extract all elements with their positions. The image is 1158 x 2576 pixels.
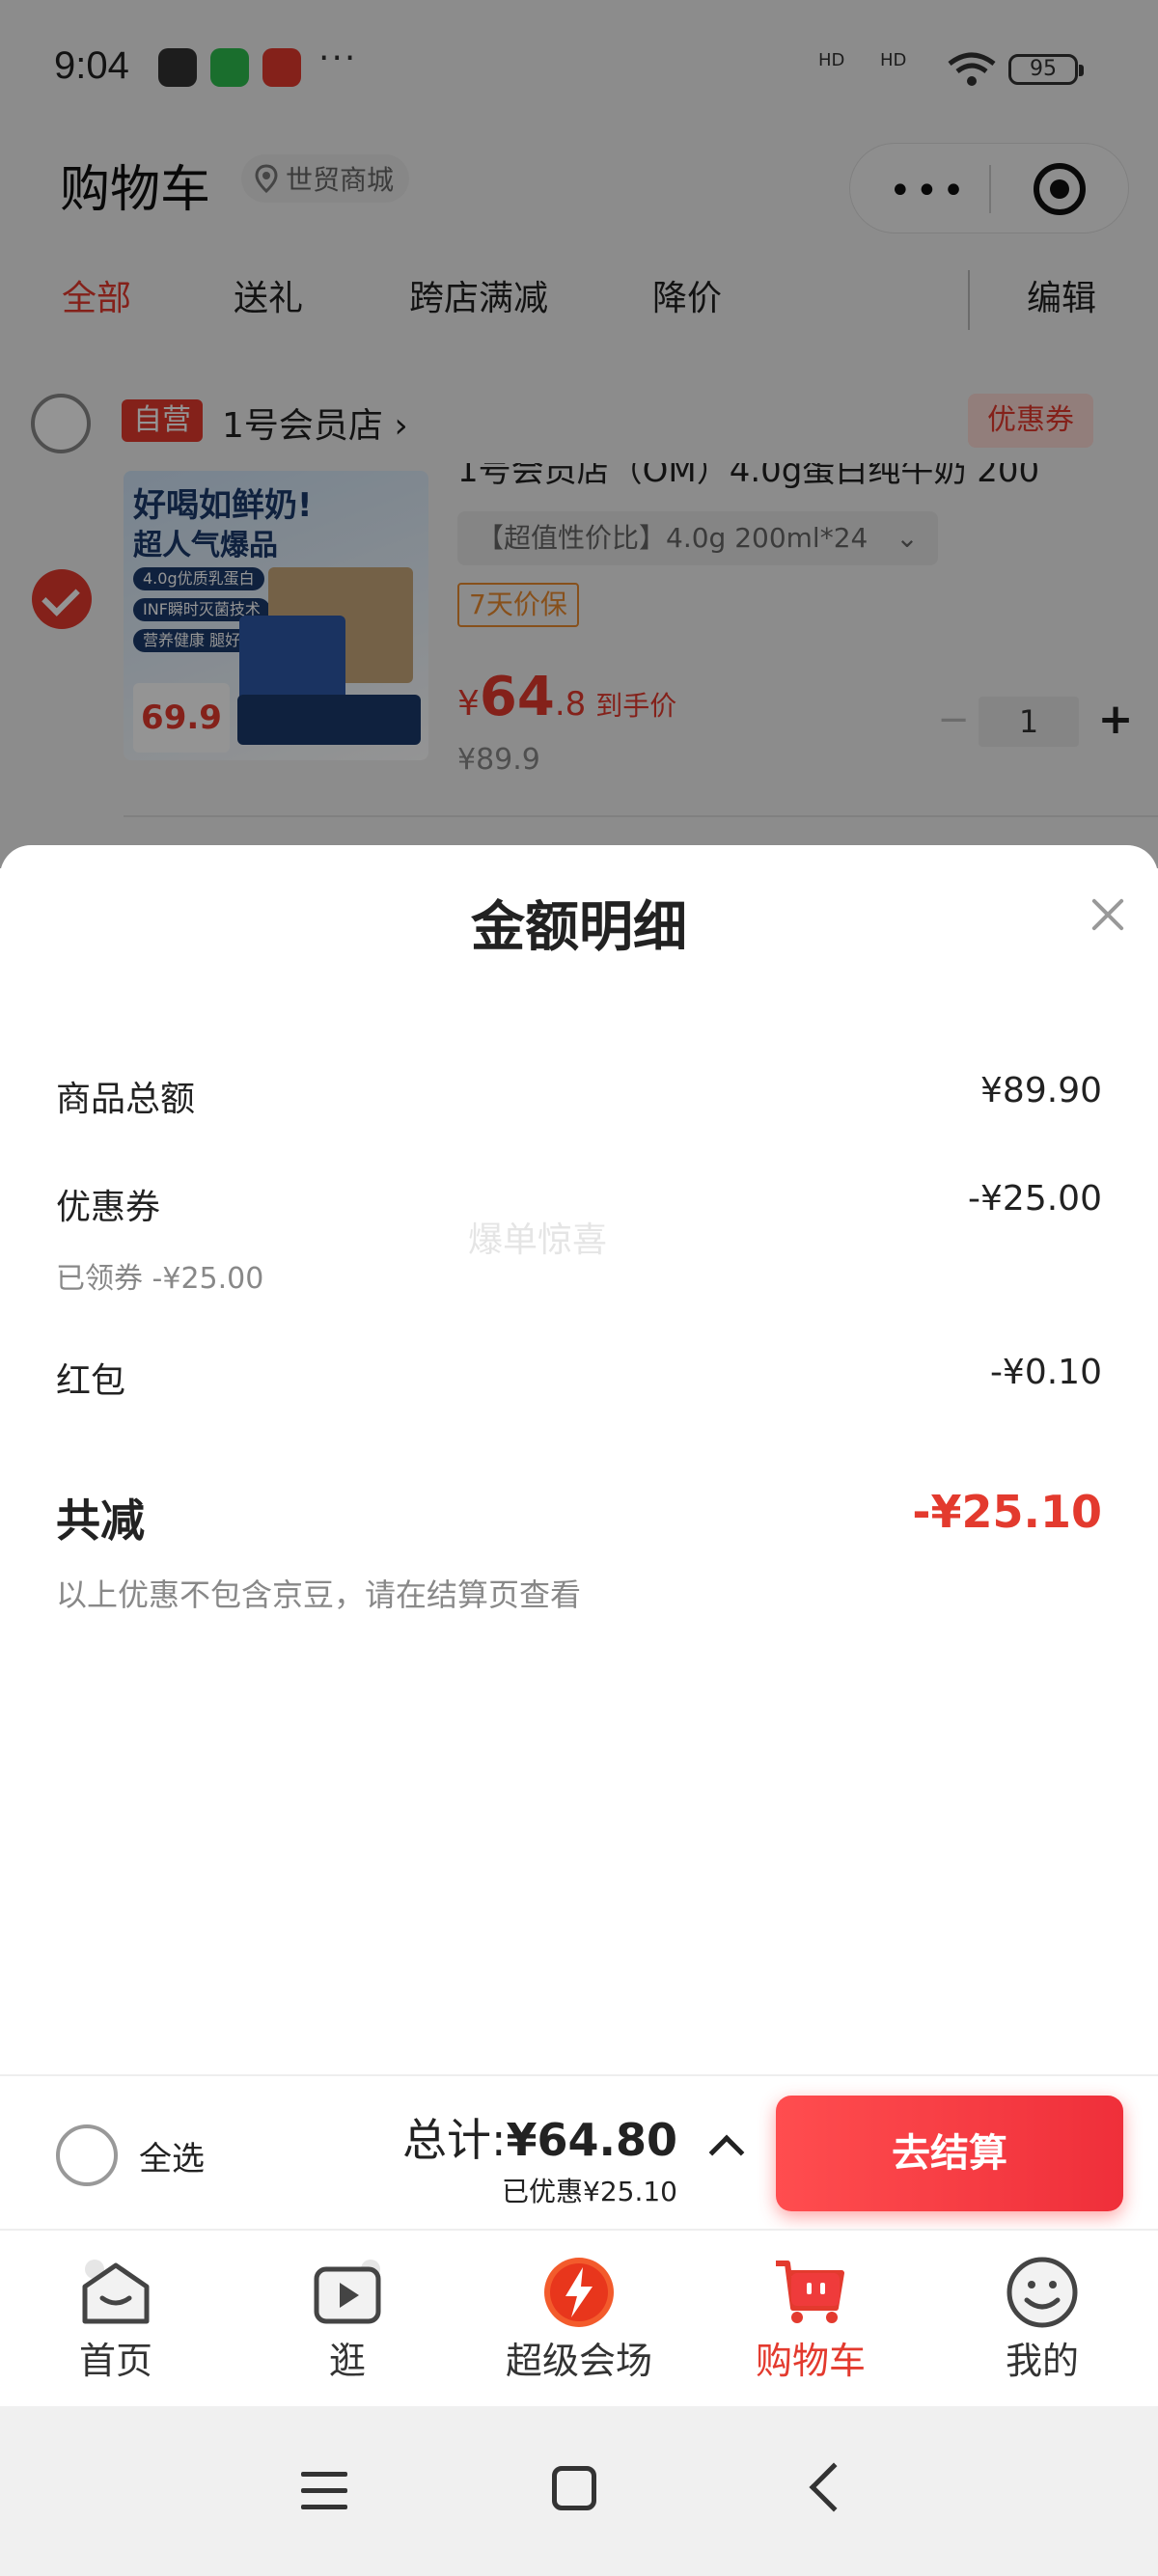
red-packet-value: -¥0.10	[989, 1353, 1102, 1392]
goods-total-label: 商品总额	[56, 1080, 196, 1119]
tab-label-profile: 我的	[1005, 2340, 1079, 2382]
chevron-up-icon[interactable]	[708, 2134, 745, 2171]
discount-note: 以上优惠不包含京豆，请在结算页查看	[56, 1576, 582, 1613]
recent-apps-icon[interactable]	[301, 2470, 347, 2512]
back-nav-icon[interactable]	[809, 2462, 859, 2512]
checkout-bar: 全选 总计:¥64.80 已优惠¥25.10 去结算	[0, 2074, 1158, 2229]
shopping-cart-icon	[776, 2261, 844, 2323]
smiley-profile-icon	[1006, 2257, 1078, 2328]
red-packet-label: 红包	[56, 1361, 126, 1401]
watermark-text: 爆单惊喜	[468, 1220, 608, 1260]
coupon-sub-detail: 已领券 -¥25.00	[56, 1262, 264, 1296]
sheet-title: 金额明细	[471, 896, 687, 959]
total-discount-label: 共减	[56, 1494, 145, 1547]
select-all-label[interactable]: 全选	[139, 2132, 205, 2179]
tab-explore[interactable]: 逛	[232, 2231, 463, 2408]
goods-total-value: ¥89.90	[980, 1071, 1102, 1110]
system-navigation-bar	[0, 2406, 1158, 2576]
bottom-tab-bar: 首页 逛 超级会场 购物车 我的	[0, 2229, 1158, 2406]
home-icon	[82, 2260, 150, 2324]
checkout-button[interactable]: 去结算	[776, 2096, 1123, 2211]
super-venue-icon	[544, 2258, 614, 2327]
tab-label-explore: 逛	[328, 2340, 366, 2382]
saved-amount: 已优惠¥25.10	[502, 2176, 677, 2207]
total-discount-value: -¥25.10	[912, 1486, 1102, 1538]
play-video-icon	[314, 2260, 381, 2324]
tab-home[interactable]: 首页	[0, 2231, 232, 2408]
tab-label-home: 首页	[78, 2340, 152, 2382]
select-all-checkbox[interactable]	[56, 2124, 118, 2186]
coupon-value: -¥25.00	[968, 1179, 1102, 1219]
tab-label-super-venue: 超级会场	[505, 2340, 652, 2382]
tab-super-venue[interactable]: 超级会场	[463, 2231, 695, 2408]
price-detail-sheet: 金额明细 商品总额 ¥89.90 优惠券 -¥25.00 已领券 -¥25.00…	[0, 845, 1158, 2074]
tab-profile[interactable]: 我的	[926, 2231, 1158, 2408]
total-amount: 总计:¥64.80	[402, 2105, 677, 2169]
total-prefix: 总计:	[401, 2114, 507, 2166]
tab-cart[interactable]: 购物车	[695, 2231, 926, 2408]
close-icon[interactable]	[1087, 893, 1129, 936]
total-value: ¥64.80	[506, 2114, 677, 2166]
coupon-label: 优惠券	[56, 1188, 161, 1227]
tab-label-cart: 购物车	[755, 2340, 866, 2382]
home-nav-icon[interactable]	[552, 2466, 596, 2510]
modal-backdrop[interactable]	[0, 0, 1158, 868]
